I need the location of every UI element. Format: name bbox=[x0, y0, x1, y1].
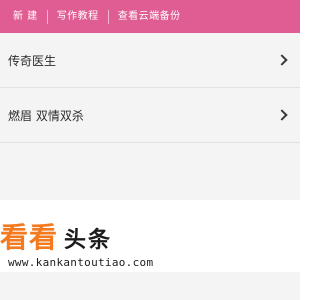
chevron-right-icon bbox=[276, 54, 288, 66]
chevron-right-icon bbox=[276, 109, 288, 121]
toolbar: 新 建 写作教程 查看云端备份 bbox=[0, 0, 300, 33]
watermark-url: www.kankantoutiao.com bbox=[8, 256, 154, 269]
watermark-logo: 看看 头条 bbox=[0, 216, 112, 256]
watermark-banner: 看看 头条 www.kankantoutiao.com bbox=[0, 200, 300, 272]
tutorial-button[interactable]: 写作教程 bbox=[48, 0, 108, 33]
list-item[interactable]: 燃眉 双情双杀 bbox=[0, 88, 300, 143]
bottom-area bbox=[0, 272, 300, 300]
list-item-title: 燃眉 双情双杀 bbox=[8, 108, 84, 123]
cloud-backup-button[interactable]: 查看云端备份 bbox=[109, 0, 190, 33]
watermark-brand-part1: 看看 bbox=[0, 221, 59, 254]
watermark-brand-part2: 头条 bbox=[64, 228, 113, 253]
list-empty-area bbox=[0, 143, 300, 200]
list-item[interactable]: 传奇医生 bbox=[0, 33, 300, 88]
document-list: 传奇医生 燃眉 双情双杀 bbox=[0, 33, 300, 143]
list-item-title: 传奇医生 bbox=[8, 53, 57, 68]
new-button[interactable]: 新 建 bbox=[0, 0, 47, 33]
